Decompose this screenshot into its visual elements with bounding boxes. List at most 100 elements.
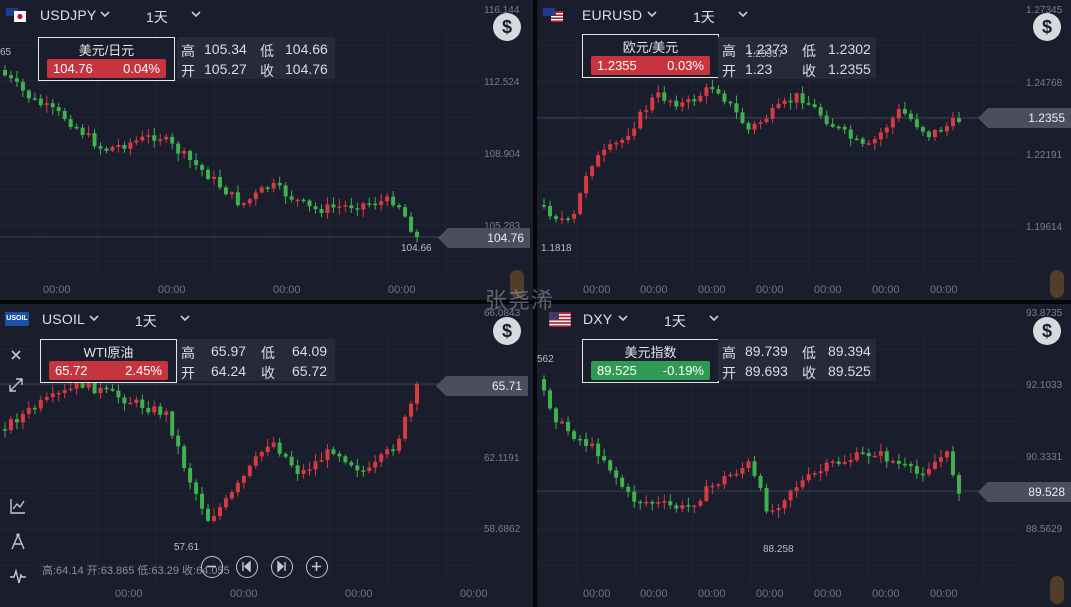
candle (578, 435, 583, 446)
expand-icon[interactable] (6, 375, 26, 395)
symbol-selector[interactable]: EURUSD (582, 7, 642, 23)
quote-name: 美元/日元 (78, 43, 135, 58)
candle (325, 197, 330, 219)
candle (878, 127, 883, 147)
time-axis-label: 00:00 (698, 284, 726, 296)
scroll-handle[interactable] (1050, 576, 1064, 604)
next-button[interactable] (271, 556, 293, 578)
chevron-down-icon[interactable] (738, 9, 748, 19)
candle (62, 108, 67, 122)
candle (572, 429, 577, 442)
candle (836, 124, 841, 131)
candle (56, 390, 61, 401)
chart-panel-eurusd[interactable]: EURUSD 1天 $ 欧元/美元 1.2355 0.03% 高 1.2373 … (537, 0, 1071, 300)
chevron-down-icon[interactable] (89, 313, 99, 323)
candle (367, 197, 372, 208)
extreme-high-label: 1.25357 (747, 49, 784, 60)
timeframe-selector[interactable]: 1天 (146, 7, 168, 27)
candle (938, 449, 943, 468)
chevron-down-icon[interactable] (100, 9, 110, 19)
symbol-selector[interactable]: USOIL (42, 311, 85, 327)
candle (134, 396, 139, 408)
chart-panel-dxy[interactable]: DXY 1天 $ 美元指数 89.525 -0.19% 高 89.739 低 8… (537, 304, 1071, 607)
candle (800, 86, 805, 110)
candle (680, 500, 685, 513)
low-label: 低 (802, 43, 816, 59)
candle (830, 118, 835, 128)
open-label: 开 (722, 63, 736, 79)
minus-button[interactable] (201, 556, 223, 578)
dollar-icon[interactable]: $ (1033, 317, 1061, 345)
candle (584, 171, 589, 199)
candle (872, 451, 877, 458)
symbol-selector[interactable]: USDJPY (40, 7, 96, 23)
candle (590, 437, 595, 449)
candle (638, 499, 643, 510)
candle (908, 461, 913, 474)
low-value: 64.09 (292, 343, 328, 359)
candle (116, 139, 121, 153)
candle (944, 121, 949, 137)
candle (415, 381, 420, 412)
timeframe-selector[interactable]: 1天 (664, 311, 686, 331)
timeframe-selector[interactable]: 1天 (693, 7, 715, 27)
candle (283, 182, 288, 204)
ohlc-stats: 高 105.34 低 104.66 开 105.27 收 104.76 (177, 37, 335, 79)
time-axis-label: 00:00 (814, 284, 842, 296)
candle (896, 453, 901, 470)
quote-price-bar: 1.2355 0.03% (591, 56, 710, 75)
candle (349, 460, 354, 468)
candle (608, 459, 613, 474)
chevron-down-icon[interactable] (709, 313, 719, 323)
candle (373, 197, 378, 210)
time-axis-label: 00:00 (930, 588, 958, 600)
candle (229, 489, 234, 501)
candle (602, 448, 607, 463)
candle (409, 211, 414, 233)
last-price-tag: 65.71 (436, 376, 528, 396)
candle (349, 197, 354, 214)
candle (680, 97, 685, 112)
candle (122, 394, 127, 411)
candle (385, 193, 390, 206)
quote-box: 美元指数 89.525 -0.19% (582, 339, 719, 383)
plus-button[interactable] (306, 556, 328, 578)
wave-icon[interactable] (8, 567, 28, 587)
chevron-down-icon[interactable] (618, 313, 628, 323)
candle (164, 133, 169, 143)
candle (259, 450, 264, 462)
timeframe-selector[interactable]: 1天 (135, 311, 157, 331)
candle (860, 136, 865, 148)
dollar-icon[interactable]: $ (1033, 13, 1061, 41)
price-axis-label: 1.22191 (1026, 150, 1063, 161)
close-icon[interactable] (6, 345, 26, 365)
previous-button[interactable] (236, 556, 258, 578)
chart-panel-usdjpy[interactable]: USDJPY 1天 $ 美元/日元 104.76 0.04% 高 105.34 … (0, 0, 533, 300)
candle (848, 453, 853, 468)
time-axis-label: 00:00 (345, 588, 373, 600)
candle (283, 452, 288, 459)
dollar-icon[interactable]: $ (493, 317, 521, 345)
candle (602, 143, 607, 163)
candle (770, 103, 775, 123)
quote-price-bar: 89.525 -0.19% (591, 361, 710, 380)
chart-indicator-icon[interactable] (8, 496, 28, 516)
watermark: 张尧浠 (485, 288, 555, 313)
candle (32, 404, 37, 414)
candle (872, 135, 877, 150)
candle (944, 450, 949, 463)
candle (38, 395, 43, 413)
chevron-down-icon[interactable] (191, 9, 201, 19)
drawing-tool-icon[interactable] (8, 532, 28, 552)
candle (188, 463, 193, 490)
candle (397, 203, 402, 210)
candle (301, 464, 306, 480)
candle (247, 197, 252, 207)
scroll-handle[interactable] (1050, 270, 1064, 298)
candle (188, 149, 193, 169)
chart-panel-usoil[interactable]: USOIL USOIL 1天 $ WTI原油 65.72 2.45% 高 65.… (0, 304, 533, 607)
chevron-down-icon[interactable] (647, 9, 657, 19)
dollar-icon[interactable]: $ (493, 13, 521, 41)
symbol-selector[interactable]: DXY (583, 311, 612, 327)
chevron-down-icon[interactable] (180, 313, 190, 323)
